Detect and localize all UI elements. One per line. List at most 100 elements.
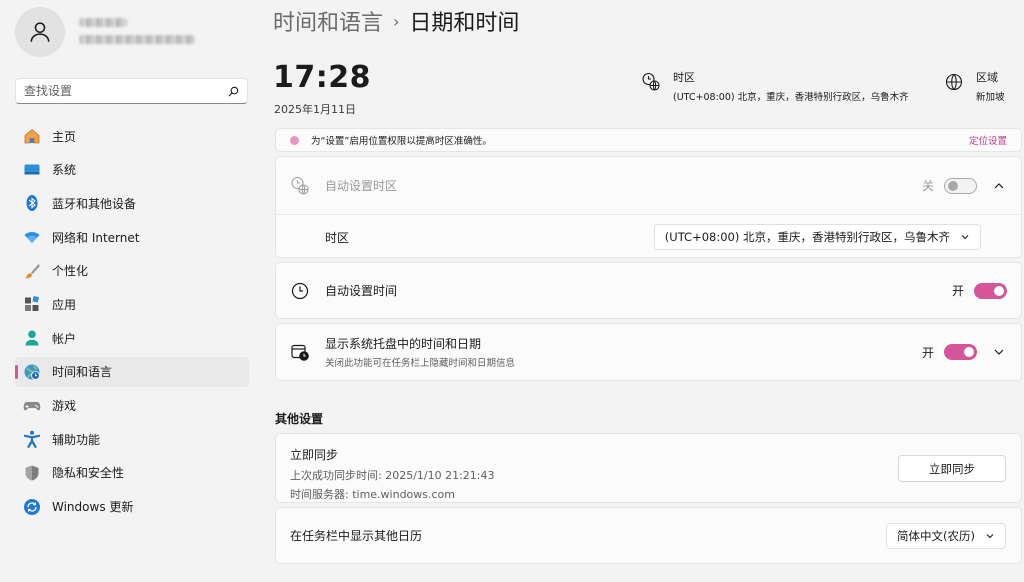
sidebar-item-label: 个性化: [52, 264, 89, 279]
sidebar-item-bluetooth[interactable]: 蓝牙和其他设备: [15, 188, 249, 218]
search-input[interactable]: [24, 84, 228, 98]
home-icon: [23, 127, 41, 145]
sidebar-item-home[interactable]: 主页: [15, 121, 249, 151]
auto-time-state: 开: [951, 284, 964, 298]
brush-icon: [23, 262, 41, 280]
wifi-icon: [23, 228, 41, 246]
current-date: 2025年1月11日: [274, 103, 356, 116]
auto-timezone-label: 自动设置时区: [325, 179, 398, 193]
accessibility-icon: [23, 430, 41, 449]
auto-time-label: 自动设置时间: [325, 284, 398, 298]
time-server: 时间服务器: time.windows.com: [290, 488, 456, 501]
additional-calendar-card: 在任务栏中显示其他日历 简体中文(农历): [275, 507, 1022, 564]
breadcrumb-parent[interactable]: 时间和语言: [273, 5, 383, 37]
sync-now-button[interactable]: 立即同步: [898, 455, 1006, 482]
sidebar-item-label: 游戏: [52, 399, 77, 413]
user-profile[interactable]: [15, 6, 195, 58]
sidebar-item-label: Windows 更新: [52, 500, 134, 515]
timezone-dropdown-value: (UTC+08:00) 北京，重庆，香港特别行政区，乌鲁木齐: [664, 230, 950, 244]
tray-time-text: 显示系统托盘中的时间和日期 关闭此功能可在任务栏上隐藏时间和日期信息: [325, 335, 922, 369]
location-permission-banner: 为“设置”启用位置权限以提高时区准确性。 定位设置: [275, 128, 1022, 152]
auto-timezone-state: 关: [921, 179, 934, 193]
sidebar-item-label: 辅助功能: [52, 432, 101, 447]
shield-icon: [23, 464, 41, 482]
auto-timezone-row[interactable]: 自动设置时区 关: [276, 157, 1021, 214]
timezone-dropdown[interactable]: (UTC+08:00) 北京，重庆，香港特别行政区，乌鲁木齐: [653, 224, 981, 250]
breadcrumb: 时间和语言 › 日期和时间: [273, 4, 519, 38]
tray-time-toggle[interactable]: [944, 344, 977, 360]
current-time: 17:28: [273, 60, 371, 95]
globe-icon: [945, 73, 963, 91]
sidebar-item-label: 帐户: [52, 331, 77, 346]
calendar-dropdown-value: 简体中文(农历): [897, 528, 975, 543]
sidebar-item-label: 时间和语言: [52, 365, 113, 380]
additional-calendar-row: 在任务栏中显示其他日历 简体中文(农历): [276, 508, 1021, 563]
sync-title: 立即同步: [290, 448, 339, 462]
other-settings-heading: 其他设置: [275, 412, 324, 426]
search-icon[interactable]: [228, 86, 239, 97]
auto-time-row[interactable]: 自动设置时间 开: [276, 263, 1021, 318]
sidebar-item-personalization[interactable]: 个性化: [15, 256, 249, 286]
sidebar-item-accounts[interactable]: 帐户: [15, 323, 249, 353]
avatar[interactable]: [15, 7, 65, 57]
timezone-label: 时区: [325, 230, 350, 245]
sidebar-item-label: 网络和 Internet: [52, 230, 140, 245]
timezone-row: 时区 (UTC+08:00) 北京，重庆，香港特别行政区，乌鲁木齐: [276, 215, 1021, 259]
search-box[interactable]: [15, 78, 248, 104]
tray-time-label: 显示系统托盘中的时间和日期: [325, 337, 482, 351]
sidebar: 主页 系统 蓝牙和其他设备 网络和 Internet 个性化: [0, 0, 262, 582]
timezone-auto-icon: [290, 176, 310, 196]
auto-time-card: 自动设置时间 开: [275, 262, 1022, 319]
blurred-account-name: [79, 18, 195, 52]
breadcrumb-separator: ›: [393, 11, 400, 31]
sidebar-nav: 主页 系统 蓝牙和其他设备 网络和 Internet 个性化 应用 帐户 时间和…: [15, 121, 249, 525]
timezone-summary: 时区 (UTC+08:00) 北京，重庆，香港特别行政区，乌鲁木齐: [641, 69, 909, 103]
system-display-icon: [23, 161, 41, 179]
tray-time-card: 显示系统托盘中的时间和日期 关闭此功能可在任务栏上隐藏时间和日期信息 开: [275, 323, 1022, 381]
auto-timezone-toggle[interactable]: [944, 177, 977, 194]
sidebar-item-time-language[interactable]: 时间和语言: [15, 356, 249, 387]
info-dot-icon: [290, 135, 299, 145]
page-title: 日期和时间: [409, 11, 520, 36]
apps-icon: [23, 295, 41, 313]
clock-icon: [290, 281, 310, 301]
update-icon: [23, 498, 41, 516]
calendar-dropdown[interactable]: 简体中文(农历): [886, 522, 1006, 549]
region-summary: 区域 新加坡: [944, 69, 1005, 103]
timezone-globe-clock-icon: [642, 72, 660, 91]
last-sync-time: 上次成功同步时间: 2025/1/10 21:21:43: [290, 469, 495, 482]
sync-info: 立即同步 上次成功同步时间: 2025/1/10 21:21:43 时间服务器:…: [290, 446, 495, 505]
region-title: 区域: [976, 71, 998, 84]
chevron-down-icon: [985, 531, 995, 541]
globe-clock-icon: [23, 363, 41, 381]
banner-text: 为“设置”启用位置权限以提高时区准确性。: [311, 136, 492, 147]
calendar-clock-icon: [290, 342, 310, 362]
sidebar-item-label: 蓝牙和其他设备: [52, 196, 137, 211]
gamepad-icon: [23, 397, 41, 415]
chevron-up-icon[interactable]: [991, 178, 1007, 194]
additional-calendar-label: 在任务栏中显示其他日历: [290, 529, 423, 543]
tray-time-row[interactable]: 显示系统托盘中的时间和日期 关闭此功能可在任务栏上隐藏时间和日期信息 开: [276, 324, 1021, 380]
sidebar-item-label: 隐私和安全性: [52, 466, 125, 481]
person-icon: [30, 22, 50, 42]
tray-time-sublabel: 关闭此功能可在任务栏上隐藏时间和日期信息: [325, 358, 516, 369]
sidebar-item-label: 系统: [52, 163, 77, 178]
sidebar-item-system[interactable]: 系统: [15, 155, 249, 185]
sync-now-card: 立即同步 上次成功同步时间: 2025/1/10 21:21:43 时间服务器:…: [275, 433, 1022, 503]
account-icon: [23, 329, 41, 347]
sidebar-item-label: 应用: [52, 297, 77, 312]
auto-time-toggle[interactable]: [974, 282, 1007, 299]
location-settings-link[interactable]: 定位设置: [969, 133, 1007, 147]
bluetooth-icon: [23, 194, 41, 212]
sidebar-item-gaming[interactable]: 游戏: [15, 391, 249, 421]
tray-time-state: 开: [921, 345, 934, 360]
auto-timezone-card: 自动设置时区 关 时区 (UTC+08:00) 北京，重庆，香港特别行政区，乌鲁…: [275, 156, 1022, 258]
timezone-title: 时区: [673, 71, 695, 84]
sidebar-item-accessibility[interactable]: 辅助功能: [15, 424, 249, 454]
sidebar-item-windows-update[interactable]: Windows 更新: [15, 492, 249, 522]
sidebar-item-apps[interactable]: 应用: [15, 289, 249, 319]
chevron-down-icon[interactable]: [991, 344, 1007, 360]
sidebar-item-network[interactable]: 网络和 Internet: [15, 222, 249, 252]
sidebar-item-privacy[interactable]: 隐私和安全性: [15, 458, 249, 488]
region-value: 新加坡: [976, 92, 1005, 103]
